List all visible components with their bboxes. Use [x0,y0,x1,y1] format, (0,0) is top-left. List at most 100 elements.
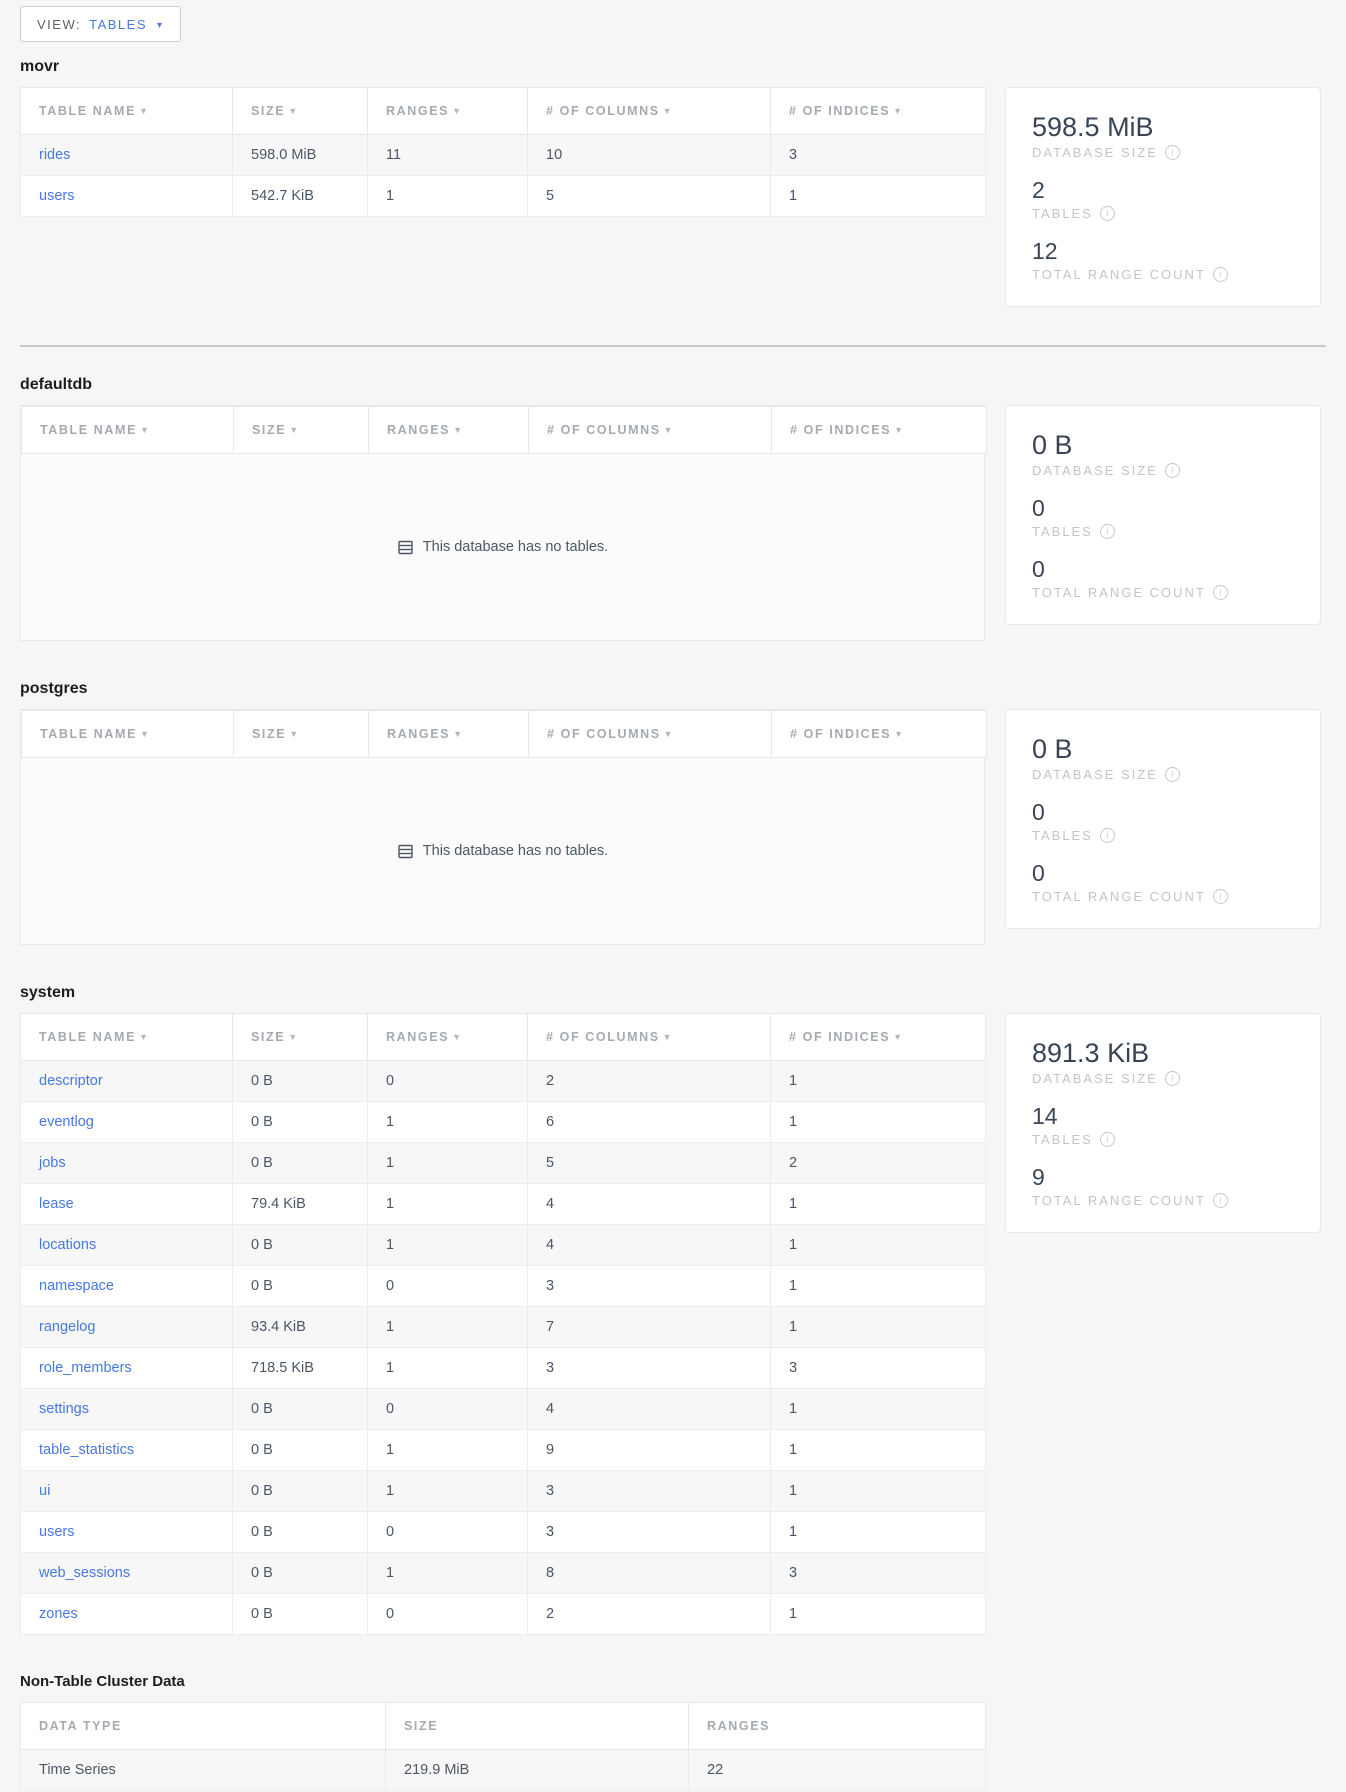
table-data-cell: 1 [368,1430,528,1471]
table-name-cell: eventlog [21,1102,233,1143]
stat-label-ranges: TOTAL RANGE COUNTi [1032,585,1296,600]
table-row: lease79.4 KiB141 [21,1184,986,1225]
table-data-cell: 1 [771,1102,986,1143]
column-header-data-type[interactable]: DATA TYPE [21,1703,386,1750]
sort-arrow-icon: ▼ [289,729,298,739]
column-header-ranges[interactable]: RANGES▼ [368,88,528,135]
info-icon[interactable]: i [1213,1193,1228,1208]
column-header-ranges[interactable]: RANGES▼ [369,711,529,758]
table-link[interactable]: descriptor [39,1073,103,1089]
column-header-table-name[interactable]: TABLE NAME▼ [21,1014,233,1061]
sort-arrow-icon: ▼ [452,106,461,116]
info-icon[interactable]: i [1213,267,1228,282]
table-link[interactable]: eventlog [39,1114,94,1130]
info-icon[interactable]: i [1165,145,1180,160]
column-header-table-name[interactable]: TABLE NAME▼ [22,407,234,454]
table-link[interactable]: role_members [39,1360,132,1376]
table-name-cell: locations [21,1225,233,1266]
column-header-table-name[interactable]: TABLE NAME▼ [21,88,233,135]
column-header-label: RANGES [386,1030,449,1044]
database-stats-card: 598.5 MiBDATABASE SIZEi2TABLESi12TOTAL R… [1005,87,1321,307]
table-row: table_statistics0 B191 [21,1430,986,1471]
column-header-of-columns[interactable]: # OF COLUMNS▼ [529,711,772,758]
info-icon[interactable]: i [1165,1071,1180,1086]
non-table-data-cell: 219.9 MiB [386,1750,689,1791]
stat-label-ranges: TOTAL RANGE COUNTi [1032,889,1296,904]
info-icon[interactable]: i [1213,889,1228,904]
column-header-size[interactable]: SIZE▼ [234,407,369,454]
column-header-of-columns[interactable]: # OF COLUMNS▼ [528,88,771,135]
sort-arrow-icon: ▼ [452,1032,461,1042]
table-data-cell: 10 [528,135,771,176]
info-icon[interactable]: i [1100,206,1115,221]
info-icon[interactable]: i [1100,828,1115,843]
info-icon[interactable]: i [1213,585,1228,600]
stat-size: 598.5 MiBDATABASE SIZEi [1032,112,1296,160]
column-header-size[interactable]: SIZE▼ [233,1014,368,1061]
table-link[interactable]: rides [39,147,70,163]
table-row: ui0 B131 [21,1471,986,1512]
column-header-of-columns[interactable]: # OF COLUMNS▼ [529,407,772,454]
column-header-label: TABLE NAME [40,423,137,437]
column-header-of-indices[interactable]: # OF INDICES▼ [772,711,987,758]
column-header-size[interactable]: SIZE [386,1703,689,1750]
column-header-of-indices[interactable]: # OF INDICES▼ [772,407,987,454]
column-header-of-columns[interactable]: # OF COLUMNS▼ [528,1014,771,1061]
stat-label-tables: TABLESi [1032,1132,1296,1147]
table-data-cell: 6 [528,1102,771,1143]
table-link[interactable]: zones [39,1606,78,1622]
stat-label-text: TABLES [1032,828,1093,843]
table-link[interactable]: users [39,1524,74,1540]
info-icon[interactable]: i [1100,1132,1115,1147]
column-header-ranges[interactable]: RANGES▼ [369,407,529,454]
table-name-cell: namespace [21,1266,233,1307]
table-data-cell: 1 [771,1266,986,1307]
table-data-cell: 1 [771,1594,986,1635]
view-selector-value: TABLES [89,17,147,32]
table-data-cell: 0 B [233,1266,368,1307]
table-link[interactable]: ui [39,1483,50,1499]
database-section-body: TABLE NAME▼SIZE▼RANGES▼# OF COLUMNS▼# OF… [20,709,1326,945]
table-row: role_members718.5 KiB133 [21,1348,986,1389]
table-data-cell: 0 [368,1389,528,1430]
column-header-of-indices[interactable]: # OF INDICES▼ [771,88,986,135]
column-header-ranges[interactable]: RANGES▼ [368,1014,528,1061]
table-link[interactable]: web_sessions [39,1565,130,1581]
column-header-label: TABLE NAME [39,104,136,118]
table-link[interactable]: rangelog [39,1319,95,1335]
tables-table: TABLE NAME▼SIZE▼RANGES▼# OF COLUMNS▼# OF… [20,405,985,641]
stat-value-tables: 0 [1032,799,1296,826]
non-table-header-row: DATA TYPESIZERANGES [21,1703,986,1750]
stat-label-text: TABLES [1032,524,1093,539]
info-icon[interactable]: i [1165,767,1180,782]
table-data-cell: 0 B [233,1594,368,1635]
table-link[interactable]: table_statistics [39,1442,134,1458]
table-link[interactable]: locations [39,1237,96,1253]
view-selector-dropdown[interactable]: VIEW: TABLES ▾ [20,6,181,42]
column-header-size[interactable]: SIZE▼ [233,88,368,135]
table-row: rides598.0 MiB11103 [21,135,986,176]
info-icon[interactable]: i [1165,463,1180,478]
table-link[interactable]: lease [39,1196,74,1212]
stat-label-size: DATABASE SIZEi [1032,463,1296,478]
column-header-of-indices[interactable]: # OF INDICES▼ [771,1014,986,1061]
sort-arrow-icon: ▼ [288,1032,297,1042]
table-link[interactable]: settings [39,1401,89,1417]
table-link[interactable]: jobs [39,1155,66,1171]
column-header-ranges[interactable]: RANGES [689,1703,986,1750]
table-icon [397,539,414,556]
stat-value-size: 891.3 KiB [1032,1038,1296,1069]
table-link[interactable]: users [39,188,74,204]
table-link[interactable]: namespace [39,1278,114,1294]
info-icon[interactable]: i [1100,524,1115,539]
database-stats-card: 0 BDATABASE SIZEi0TABLESi0TOTAL RANGE CO… [1005,405,1321,625]
stat-value-size: 598.5 MiB [1032,112,1296,143]
column-header-table-name[interactable]: TABLE NAME▼ [22,711,234,758]
column-header-size[interactable]: SIZE▼ [234,711,369,758]
table-data-cell: 0 [368,1061,528,1102]
stat-value-ranges: 0 [1032,556,1296,583]
table-data-cell: 3 [528,1348,771,1389]
stat-label-size: DATABASE SIZEi [1032,1071,1296,1086]
tables-table: TABLE NAME▼SIZE▼RANGES▼# OF COLUMNS▼# OF… [20,87,985,217]
table-row: settings0 B041 [21,1389,986,1430]
